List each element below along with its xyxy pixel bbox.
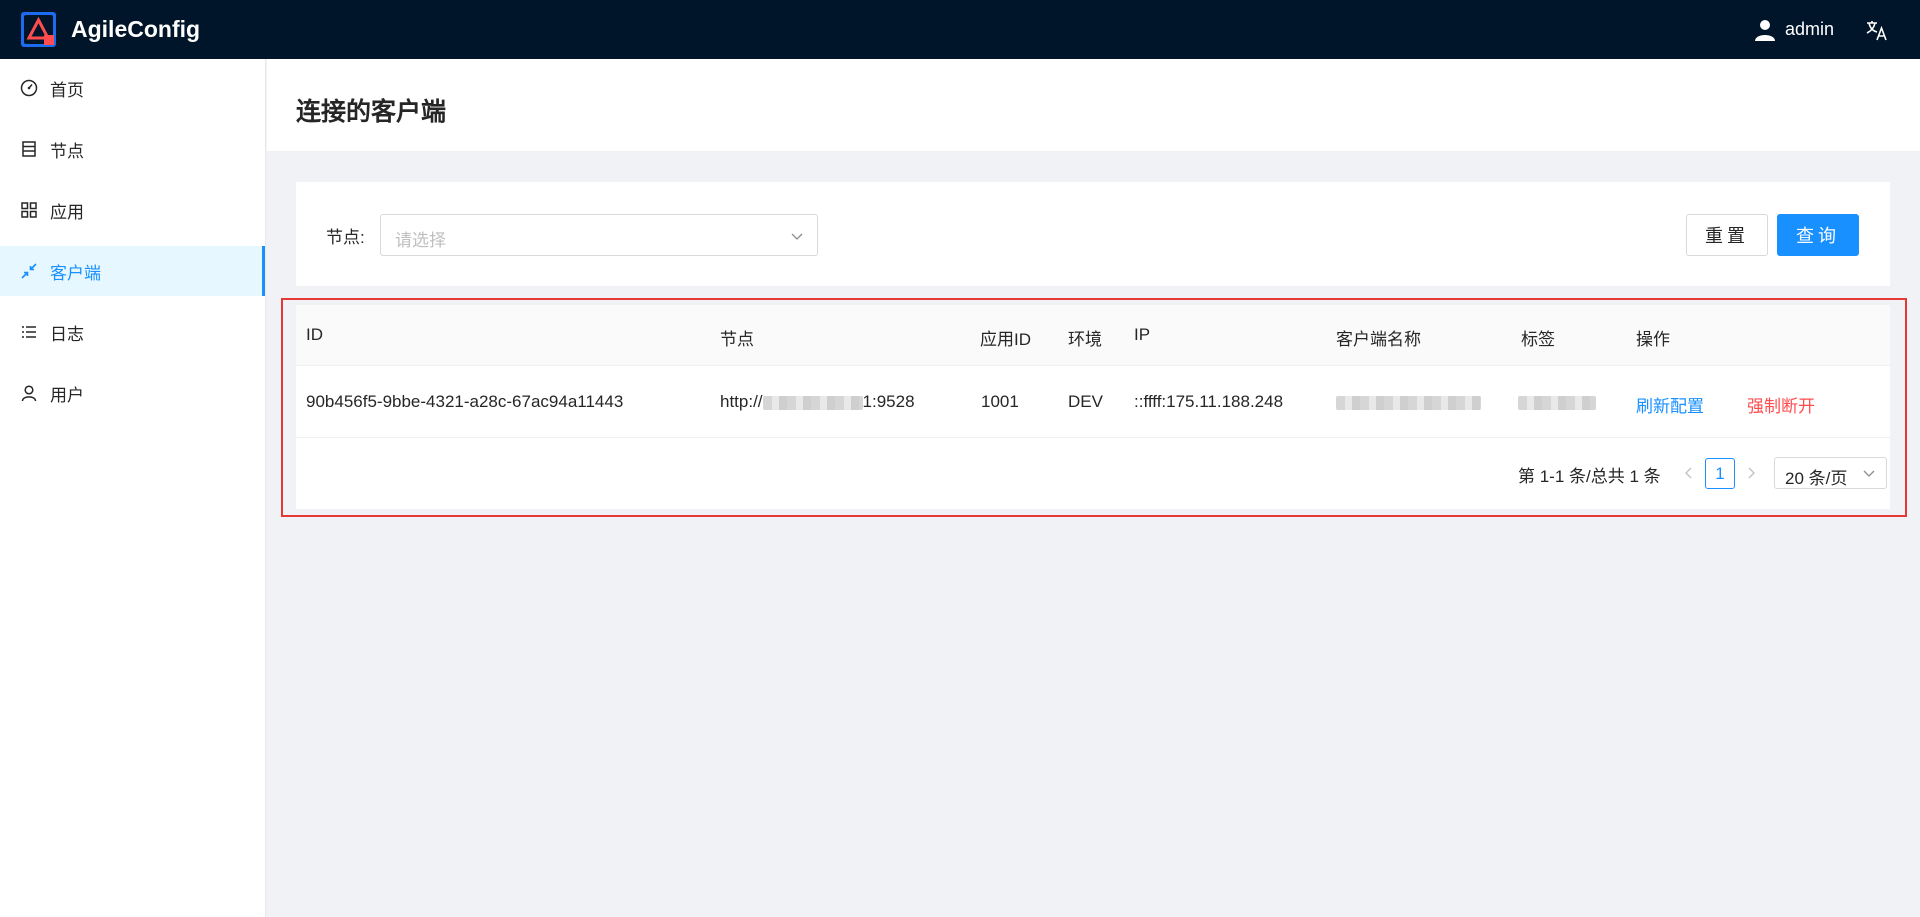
query-button[interactable]: 查询 xyxy=(1777,214,1859,256)
sidebar-item-label: 首页 xyxy=(50,80,84,100)
sidebar-item-label: 客户端 xyxy=(50,263,101,283)
node-list-icon xyxy=(22,141,36,157)
sidebar-item-label: 节点 xyxy=(50,141,84,161)
user-menu[interactable]: admin xyxy=(1753,18,1834,42)
node-filter-label: 节点: xyxy=(326,228,365,247)
logo[interactable]: AgileConfig xyxy=(20,11,200,48)
sidebar: 首页 节点 应用 客户端 日志 用户 xyxy=(0,59,266,917)
language-switch-button[interactable] xyxy=(1864,17,1890,43)
page-header: 连接的客户端 xyxy=(267,59,1920,151)
highlight-box xyxy=(281,298,1907,517)
top-navigation-bar: AgileConfig admin xyxy=(0,0,1920,59)
sidebar-item-label: 日志 xyxy=(50,324,84,344)
reset-button[interactable]: 重置 xyxy=(1686,214,1768,256)
sidebar-item-logs[interactable]: 日志 xyxy=(0,307,265,357)
node-select-placeholder: 请选择 xyxy=(395,231,446,250)
sidebar-item-label: 用户 xyxy=(50,385,84,405)
apps-grid-icon xyxy=(21,202,37,218)
user-name: admin xyxy=(1784,19,1834,39)
chevron-down-icon xyxy=(791,233,803,240)
log-list-icon xyxy=(22,326,36,338)
sidebar-item-clients[interactable]: 客户端 xyxy=(0,246,265,296)
sidebar-item-label: 应用 xyxy=(50,202,84,222)
sidebar-item-apps[interactable]: 应用 xyxy=(0,185,265,235)
header-right: admin xyxy=(1753,0,1920,59)
user-icon xyxy=(21,385,37,402)
translate-icon xyxy=(1866,20,1887,40)
user-avatar-icon xyxy=(1754,19,1775,41)
sidebar-item-users[interactable]: 用户 xyxy=(0,368,265,418)
sidebar-item-nodes[interactable]: 节点 xyxy=(0,124,265,174)
search-form: 节点: 请选择 重置 查询 xyxy=(296,182,1890,286)
shrink-icon xyxy=(21,263,37,279)
app-title: AgileConfig xyxy=(71,16,201,42)
page-title: 连接的客户端 xyxy=(296,98,447,126)
dashboard-icon xyxy=(20,79,38,97)
sidebar-item-home[interactable]: 首页 xyxy=(0,63,265,113)
agileconfig-logo-icon xyxy=(21,12,56,47)
node-select[interactable]: 请选择 xyxy=(380,214,818,256)
